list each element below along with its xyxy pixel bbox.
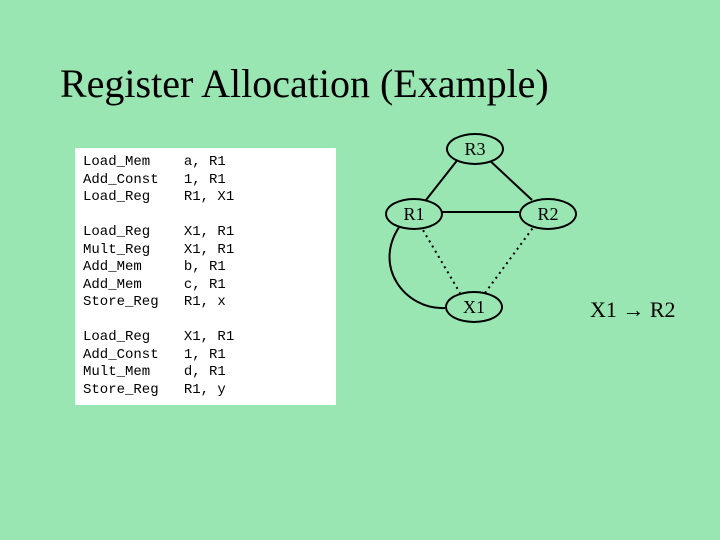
graph-node-r1: R1 [385, 198, 443, 230]
slide-title: Register Allocation (Example) [60, 60, 549, 107]
interference-graph: R3 R1 R2 X1 X1 → R2 [350, 125, 690, 385]
graph-node-r3: R3 [446, 133, 504, 165]
code-listing: Load_Mem a, R1 Add_Const 1, R1 Load_Reg … [75, 148, 336, 405]
graph-node-r2: R2 [519, 198, 577, 230]
graph-assignment: X1 → R2 [590, 297, 676, 323]
graph-node-x1: X1 [445, 291, 503, 323]
